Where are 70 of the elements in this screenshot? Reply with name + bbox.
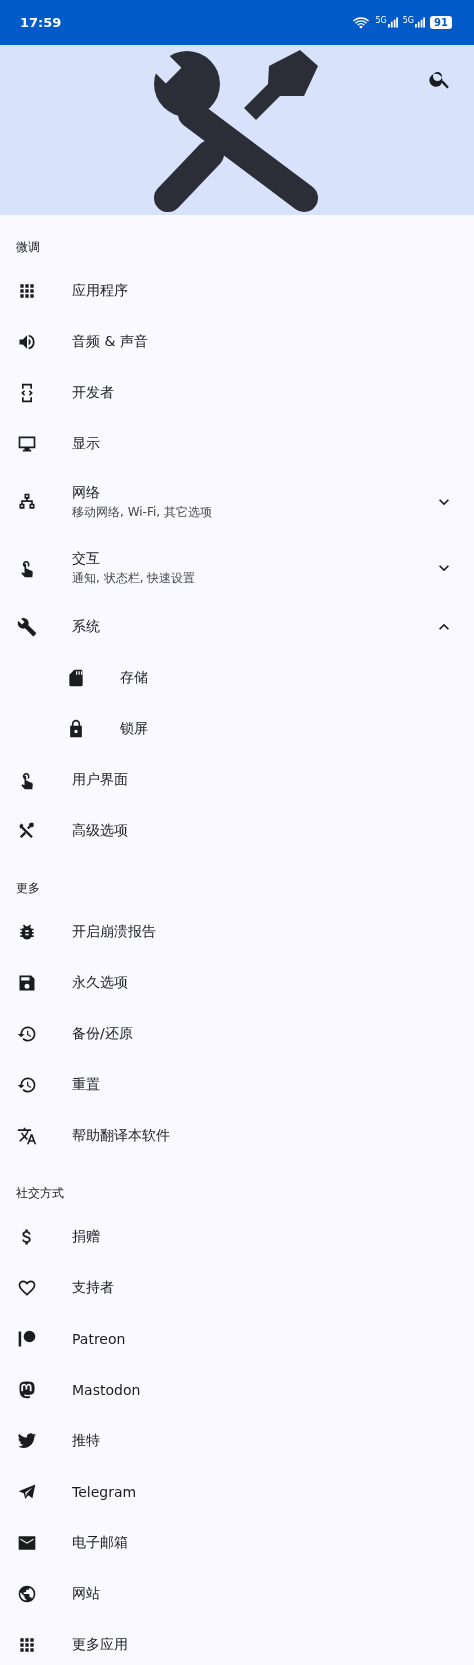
wifi-icon	[352, 15, 371, 30]
item-label: Patreon	[72, 1330, 127, 1347]
menu-item[interactable]: 重置	[0, 1059, 474, 1110]
menu-item[interactable]: 系统	[0, 601, 474, 652]
menu-item[interactable]: 帮助翻译本软件	[0, 1110, 474, 1161]
item-label: 开启崩溃报告	[72, 922, 157, 941]
item-label: 系统	[72, 617, 101, 636]
item-label: 锁屏	[120, 719, 148, 738]
section-title: 社交方式	[15, 1185, 65, 1202]
item-label: 重置	[72, 1075, 101, 1094]
menu-item[interactable]: 捐赠	[0, 1211, 474, 1262]
menu-item[interactable]: 开启崩溃报告	[0, 906, 474, 957]
menu-item[interactable]: 网络 移动网络, Wi-Fi, 其它选项	[0, 469, 474, 535]
battery-level: 91	[430, 16, 452, 29]
item-label: 网站	[72, 1584, 101, 1603]
menu-item[interactable]: 电子邮箱	[0, 1517, 474, 1568]
signal-icon	[415, 17, 426, 28]
item-label: 应用程序	[72, 281, 129, 300]
sd-card-icon	[66, 667, 86, 688]
item-label: 推特	[72, 1431, 101, 1450]
item-label: 音频 & 声音	[72, 332, 149, 351]
item-label: 存储	[120, 668, 148, 687]
menu-item[interactable]: Telegram	[0, 1466, 474, 1517]
menu-item[interactable]: 支持者	[0, 1262, 474, 1313]
item-label: 支持者	[72, 1278, 115, 1297]
menu-item[interactable]: 显示	[0, 418, 474, 469]
menu-item[interactable]: 高级选项	[0, 805, 474, 856]
globe-icon	[17, 1583, 37, 1604]
network-type: 5G	[402, 17, 415, 25]
tools-icon	[17, 820, 37, 841]
item-label: 捐赠	[72, 1227, 101, 1246]
submenu-item[interactable]: 锁屏	[0, 703, 474, 754]
signal-icon	[387, 17, 398, 28]
menu-item[interactable]: 用户界面	[0, 754, 474, 805]
menu-item[interactable]: 备份/还原	[0, 1008, 474, 1059]
section-title: 微调	[15, 239, 41, 256]
item-label: 帮助翻译本软件	[72, 1126, 171, 1145]
menu-item[interactable]: Patreon	[0, 1313, 474, 1364]
item-label: 永久选项	[72, 973, 129, 992]
speech-bubble-icon	[17, 1379, 37, 1400]
menu-item[interactable]: 应用程序	[0, 265, 474, 316]
item-label: 高级选项	[72, 821, 129, 840]
item-description: 通知, 状态栏, 快速设置	[72, 569, 197, 587]
translate-icon	[17, 1125, 37, 1146]
item-label: 网络	[72, 483, 101, 502]
item-label: 开发者	[72, 383, 115, 402]
menu-item[interactable]: 音频 & 声音	[0, 316, 474, 367]
item-label: Mastodon	[72, 1381, 142, 1398]
item-label: 更多应用	[72, 1635, 129, 1654]
item-label: 用户界面	[72, 770, 129, 789]
menu-item[interactable]: 网站	[0, 1568, 474, 1619]
menu-item[interactable]: 更多应用	[0, 1619, 474, 1665]
status-time: 17:59	[20, 15, 62, 30]
item-label: Telegram	[72, 1483, 138, 1500]
bird-icon	[17, 1430, 37, 1451]
submenu-item[interactable]: 存储	[0, 652, 474, 703]
menu-item[interactable]: Mastodon	[0, 1364, 474, 1415]
menu-item[interactable]: 推特	[0, 1415, 474, 1466]
menu-item[interactable]: 交互 通知, 状态栏, 快速设置	[0, 535, 474, 601]
item-description: 移动网络, Wi-Fi, 其它选项	[72, 503, 213, 521]
item-label: 电子邮箱	[72, 1533, 129, 1552]
menu-item[interactable]: 永久选项	[0, 957, 474, 1008]
network-type: 5G	[375, 17, 387, 25]
network-icon	[17, 492, 37, 512]
item-label: 备份/还原	[72, 1024, 134, 1043]
item-label: 显示	[72, 434, 101, 453]
item-label: 交互	[72, 549, 101, 568]
menu-item[interactable]: 开发者	[0, 367, 474, 418]
section-title: 更多	[15, 880, 41, 897]
wrench-icon	[17, 616, 37, 637]
